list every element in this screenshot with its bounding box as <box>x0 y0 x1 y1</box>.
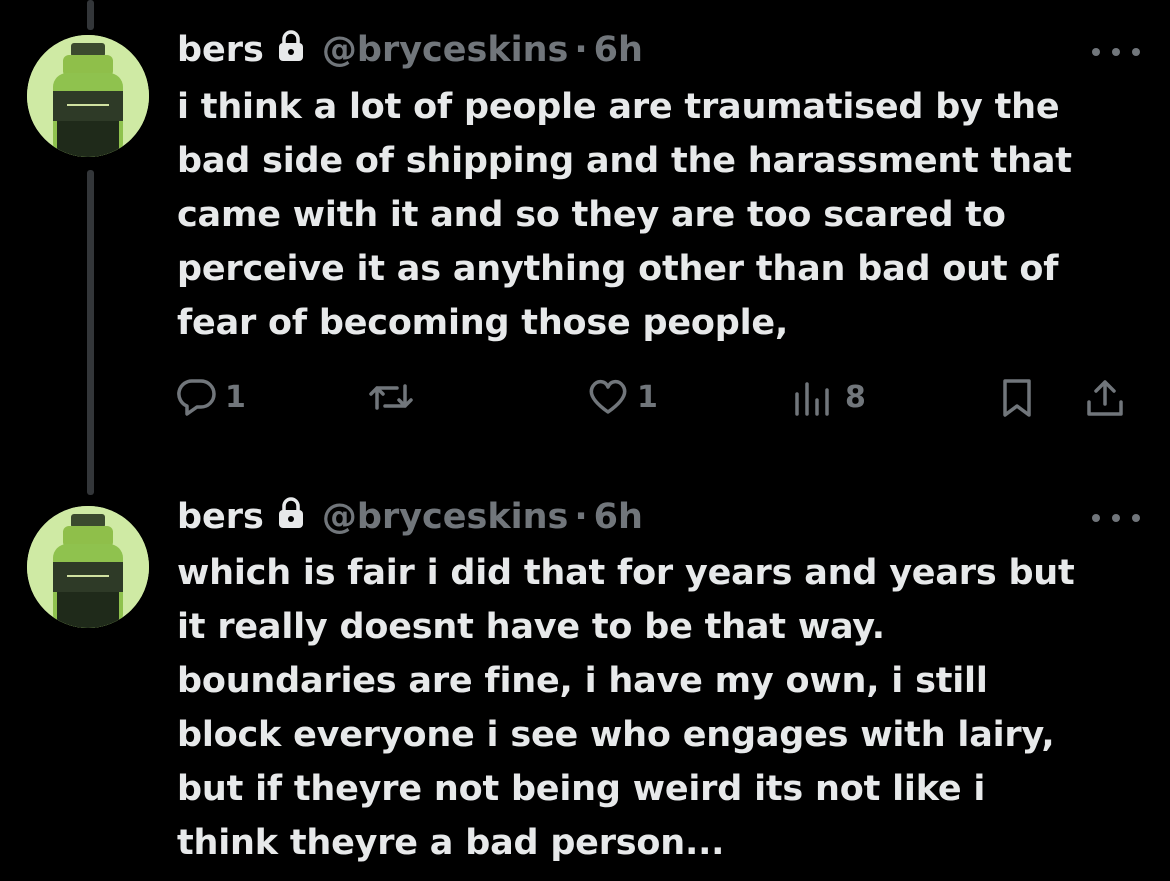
reply-icon <box>177 379 216 416</box>
timestamp[interactable]: 6h <box>594 497 643 537</box>
separator-dot: · <box>574 497 588 537</box>
more-options-icon[interactable] <box>1092 508 1140 528</box>
reply-count: 1 <box>225 379 246 415</box>
timestamp[interactable]: 6h <box>594 30 643 70</box>
more-options-icon[interactable] <box>1092 42 1140 62</box>
avatar[interactable] <box>27 35 149 157</box>
author-handle[interactable]: @bryceskins <box>322 30 568 70</box>
share-icon <box>1087 380 1123 416</box>
separator-dot: · <box>574 30 588 70</box>
like-count: 1 <box>637 379 658 415</box>
author-name[interactable]: bers <box>177 30 264 70</box>
green-bottle-avatar-icon <box>27 35 149 157</box>
lock-icon <box>278 496 304 538</box>
author-name[interactable]: bers <box>177 497 264 537</box>
bookmark-icon <box>1003 379 1031 417</box>
views-icon <box>795 382 829 416</box>
tweet-header: bers @bryceskins · 6h <box>177 493 643 541</box>
avatar[interactable] <box>27 506 149 628</box>
share-button[interactable] <box>1085 378 1125 418</box>
views-button[interactable]: 8 <box>793 378 866 416</box>
green-bottle-avatar-icon <box>27 506 149 628</box>
tweet-1[interactable]: bers @bryceskins · 6h i think a lot of p… <box>0 0 1170 470</box>
repost-button[interactable] <box>367 378 415 416</box>
author-handle[interactable]: @bryceskins <box>322 497 568 537</box>
heart-icon <box>589 379 627 414</box>
repost-icon <box>369 384 413 410</box>
view-count: 8 <box>845 379 866 415</box>
action-bar: 1 1 8 <box>177 378 1137 418</box>
like-button[interactable]: 1 <box>587 378 658 416</box>
tweet-text: i think a lot of people are traumatised … <box>177 87 1072 343</box>
reply-button[interactable]: 1 <box>177 378 246 416</box>
tweet-header: bers @bryceskins · 6h <box>177 26 643 74</box>
lock-icon <box>278 29 304 71</box>
tweet-2[interactable]: bers @bryceskins · 6h which is fair i di… <box>0 470 1170 881</box>
tweet-text: which is fair i did that for years and y… <box>177 553 1075 863</box>
bookmark-button[interactable] <box>999 378 1035 418</box>
